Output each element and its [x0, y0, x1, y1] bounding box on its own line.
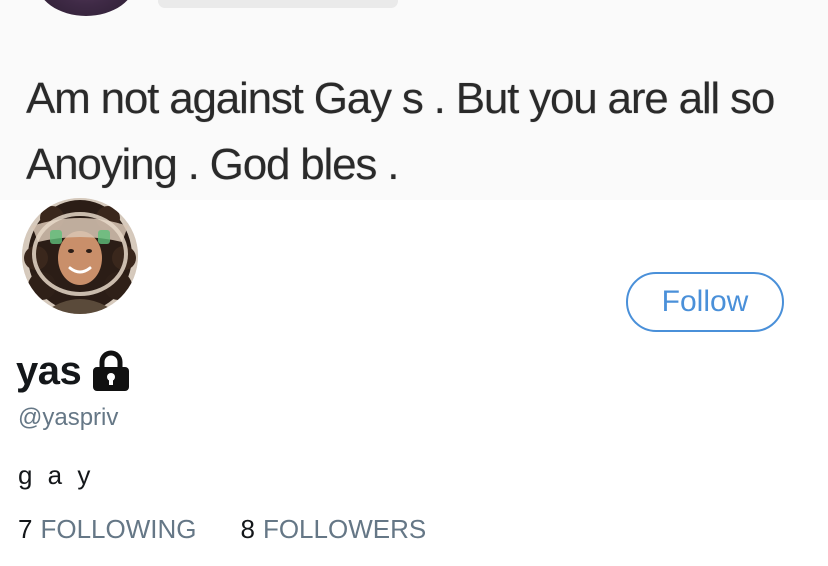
tweet-text: Am not against Gay s . But you are all s…: [26, 74, 775, 189]
followers-stat[interactable]: 8 FOLLOWERS: [240, 514, 426, 545]
quoted-tweet-screenshot: Am not against Gay s . But you are all s…: [0, 0, 828, 200]
lock-icon: [91, 350, 131, 392]
follow-button[interactable]: Follow: [626, 272, 784, 332]
tweet-author-name-blurred: [158, 0, 398, 8]
profile-bio: g a y: [18, 460, 95, 490]
followers-label: FOLLOWERS: [262, 514, 427, 544]
profile-avatar[interactable]: [22, 198, 138, 314]
profile-stats: 7 FOLLOWING 8 FOLLOWERS: [18, 514, 426, 545]
following-count: 7: [18, 514, 33, 544]
profile-handle: @yaspriv: [18, 404, 119, 431]
display-name-row: yas: [16, 346, 131, 396]
tweet-author-avatar: [36, 0, 136, 16]
following-label: FOLLOWING: [40, 514, 197, 544]
avatar-photo: [22, 198, 138, 314]
following-stat[interactable]: 7 FOLLOWING: [18, 514, 196, 545]
followers-count: 8: [240, 514, 255, 544]
display-name: yas: [16, 348, 82, 393]
